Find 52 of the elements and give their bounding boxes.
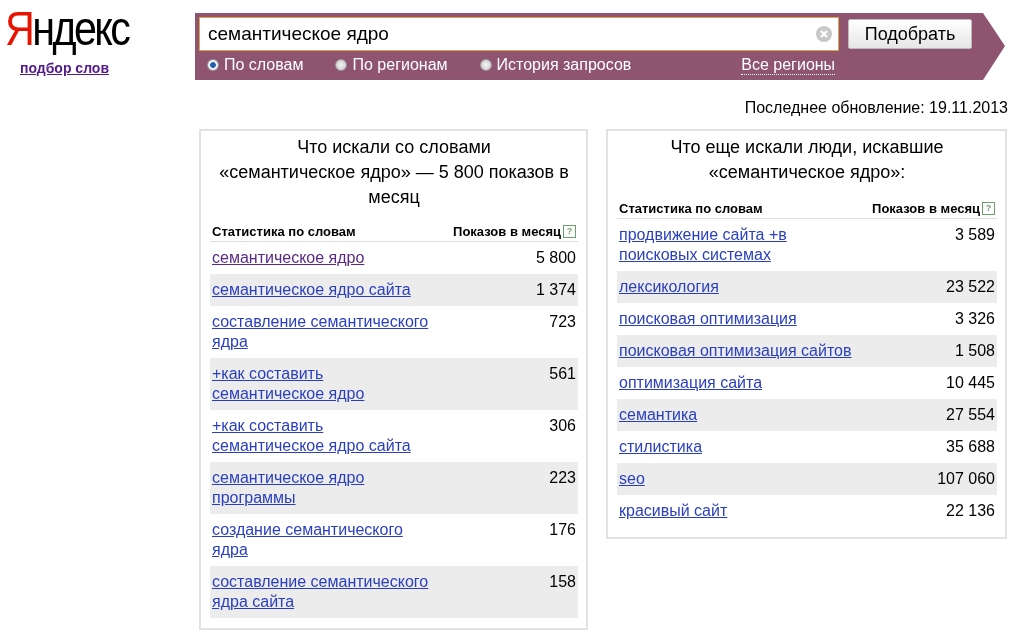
search-button[interactable]: Подобрать bbox=[848, 19, 972, 49]
count-cell: 158 bbox=[549, 572, 576, 592]
panel-title: Что искали со словами «семантическое ядро» — 5 800 показов в месяц bbox=[218, 136, 570, 209]
phrase-link[interactable]: создание семантического ядра bbox=[212, 520, 438, 560]
count-cell: 22 136 bbox=[946, 501, 995, 521]
count-cell: 723 bbox=[549, 312, 576, 332]
phrase-link[interactable]: семантическое ядро bbox=[212, 248, 438, 268]
panel-title: Что еще искали люди, искавшие «семантическое ядро»: bbox=[669, 136, 945, 184]
phrase-link[interactable]: +как составить семантическое ядро bbox=[212, 364, 438, 404]
count-cell: 23 522 bbox=[946, 277, 995, 297]
radio-label[interactable]: По словам bbox=[224, 56, 304, 74]
count-cell: 3 326 bbox=[954, 309, 995, 329]
radio-button[interactable] bbox=[479, 59, 492, 71]
count-cell: 10 445 bbox=[946, 373, 995, 393]
column-header: Статистика по словам bbox=[212, 224, 356, 239]
column-header: Показов в месяц bbox=[453, 224, 561, 239]
phrase-link[interactable]: семантическое ядро программы bbox=[212, 468, 438, 508]
column-header: Показов в месяц bbox=[872, 201, 980, 216]
phrase-link[interactable]: продвижение сайта +в поисковых системах bbox=[619, 225, 859, 265]
phrase-link[interactable]: seo bbox=[619, 469, 859, 489]
radio-label[interactable]: По регионам bbox=[352, 56, 448, 74]
count-cell: 35 688 bbox=[946, 437, 995, 457]
service-link[interactable]: подбор слов bbox=[20, 60, 109, 76]
phrase-link[interactable]: семантика bbox=[619, 405, 859, 425]
phrase-link[interactable]: стилистика bbox=[619, 437, 859, 457]
count-cell: 1 508 bbox=[954, 341, 995, 361]
radio-label[interactable]: История запросов bbox=[496, 56, 632, 74]
region-link[interactable]: Все регионы bbox=[741, 55, 836, 75]
count-cell: 561 bbox=[549, 364, 576, 384]
count-cell: 1 374 bbox=[535, 280, 576, 300]
count-cell: 3 589 bbox=[954, 225, 995, 245]
radio-button[interactable] bbox=[335, 59, 348, 71]
yandex-logo[interactable]: Яндекс bbox=[5, 4, 129, 54]
phrase-link[interactable]: лексикология bbox=[619, 277, 859, 297]
last-update-text: Последнее обновление: 19.11.2013 bbox=[743, 99, 1009, 117]
count-cell: 176 bbox=[549, 520, 576, 540]
phrase-link[interactable]: поисковая оптимизация bbox=[619, 309, 859, 329]
phrase-link[interactable]: поисковая оптимизация сайтов bbox=[619, 341, 859, 361]
count-cell: 107 060 bbox=[937, 469, 995, 489]
count-cell: 27 554 bbox=[946, 405, 995, 425]
count-cell: 5 800 bbox=[535, 248, 576, 268]
count-cell: 306 bbox=[549, 416, 576, 436]
phrase-link[interactable]: семантическое ядро сайта bbox=[212, 280, 438, 300]
phrase-link[interactable]: составление семантического ядра bbox=[212, 312, 438, 352]
phrase-link[interactable]: +как составить семантическое ядро сайта bbox=[212, 416, 438, 456]
count-cell: 223 bbox=[549, 468, 576, 488]
radio-button[interactable] bbox=[207, 59, 219, 71]
phrase-link[interactable]: оптимизация сайта bbox=[619, 373, 859, 393]
search-field[interactable]: семантическое ядро bbox=[199, 17, 839, 51]
column-header: Статистика по словам bbox=[619, 201, 763, 216]
phrase-link[interactable]: составление семантического ядра сайта bbox=[212, 572, 438, 612]
phrase-link[interactable]: красивый сайт bbox=[619, 501, 859, 521]
